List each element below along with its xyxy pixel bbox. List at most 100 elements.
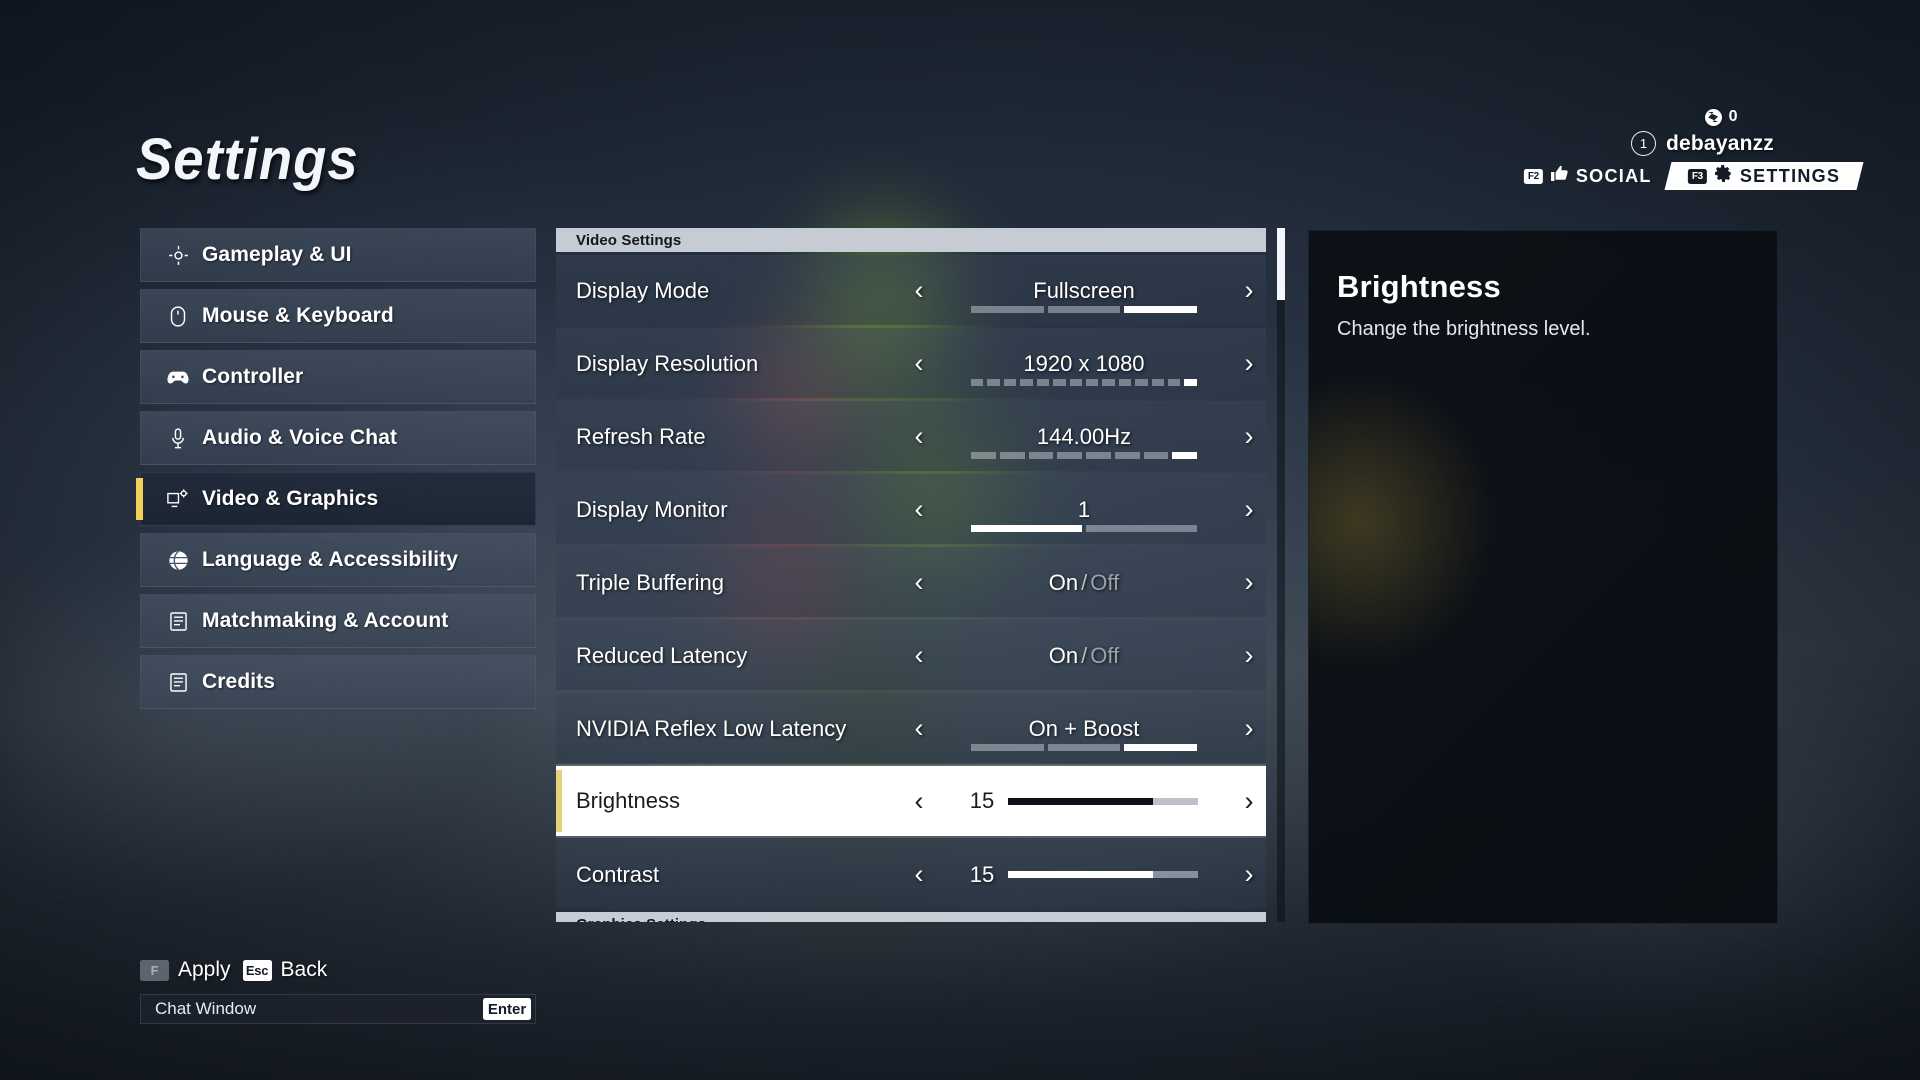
setting-value-area: 1 [936, 475, 1232, 544]
toggle-on-label: On [1048, 569, 1079, 595]
crosshair-icon [167, 244, 189, 266]
sidebar-item-language-accessibility[interactable]: Language & Accessibility [140, 533, 536, 587]
sidebar-item-mouse-keyboard[interactable]: Mouse & Keyboard [140, 289, 536, 343]
chevron-left-icon[interactable]: ‹ [902, 787, 936, 815]
setting-label: Reduced Latency [576, 642, 748, 668]
chat-window-bar[interactable]: Chat Window Enter [140, 994, 536, 1024]
settings-sidebar: Gameplay & UI Mouse & Keyboard Controlle… [136, 228, 536, 716]
setting-label: Display Monitor [576, 496, 728, 522]
setting-value: On / Off [1049, 570, 1119, 596]
chevron-left-icon[interactable]: ‹ [902, 642, 936, 669]
sidebar-item-label: Video & Graphics [202, 487, 379, 510]
segment [1047, 744, 1121, 751]
key-f2: F2 [1523, 168, 1543, 184]
apply-hint[interactable]: F Apply [140, 958, 231, 982]
sidebar-item-label: Gameplay & UI [202, 243, 352, 266]
mouse-icon [167, 305, 189, 327]
setting-label: Refresh Rate [576, 423, 706, 449]
shard-icon [1704, 108, 1722, 126]
sidebar-item-audio-voice-chat[interactable]: Audio & Voice Chat [140, 411, 536, 465]
sidebar-item-credits[interactable]: Credits [140, 655, 536, 709]
gamepad-icon [167, 366, 189, 388]
back-hint[interactable]: Esc Back [242, 958, 328, 982]
setting-slider[interactable] [1008, 797, 1199, 805]
apply-label: Apply [178, 958, 231, 981]
chevron-left-icon[interactable]: ‹ [902, 496, 936, 523]
tab-settings[interactable]: F3 SETTINGS [1664, 162, 1864, 190]
chevron-left-icon[interactable]: ‹ [902, 350, 936, 377]
setting-slider[interactable] [1008, 871, 1199, 878]
chevron-right-icon[interactable]: › [1232, 350, 1266, 377]
setting-segment-indicator [971, 306, 1198, 313]
segment [1124, 306, 1198, 313]
user-display[interactable]: 1 debayanzz [1440, 131, 1774, 156]
toggle-off-label: Off [1090, 569, 1120, 595]
segment [987, 379, 1000, 386]
setting-value: On / Off [1049, 643, 1119, 669]
chevron-right-icon[interactable]: › [1232, 569, 1266, 596]
segment [1069, 379, 1082, 386]
chevron-left-icon[interactable]: ‹ [902, 569, 936, 596]
chevron-left-icon[interactable]: ‹ [902, 715, 936, 742]
page-title: Settings [136, 127, 359, 192]
chevron-right-icon[interactable]: › [1232, 642, 1266, 669]
tab-social[interactable]: F2 SOCIAL [1514, 162, 1671, 190]
chevron-right-icon[interactable]: › [1232, 861, 1266, 888]
sidebar-item-controller[interactable]: Controller [140, 350, 536, 404]
chevron-right-icon[interactable]: › [1232, 496, 1266, 523]
segment [971, 525, 1082, 532]
setting-value: 1920 x 1080 [1023, 350, 1145, 376]
sidebar-item-matchmaking-account[interactable]: Matchmaking & Account [140, 594, 536, 648]
segment [1086, 525, 1197, 532]
setting-row[interactable]: Display Resolution ‹ 1920 x 1080 › [556, 328, 1266, 398]
segment [1143, 452, 1169, 459]
segment [1057, 452, 1082, 459]
setting-segment-indicator [971, 452, 1197, 459]
setting-row[interactable]: Display Mode ‹ Fullscreen › [556, 255, 1266, 325]
currency-display: 0 [1440, 106, 1738, 128]
chevron-left-icon[interactable]: ‹ [902, 423, 936, 450]
social-thumbs-icon [1550, 165, 1569, 187]
setting-row[interactable]: NVIDIA Reflex Low Latency ‹ On + Boost › [556, 693, 1266, 763]
segment [1020, 379, 1033, 386]
chevron-left-icon[interactable]: ‹ [902, 861, 936, 888]
info-panel-glow [1309, 371, 1499, 671]
sidebar-item-label: Language & Accessibility [202, 548, 459, 571]
setting-row[interactable]: Contrast ‹ 15 › [556, 839, 1266, 909]
segment [1053, 379, 1066, 386]
setting-row[interactable]: Reduced Latency ‹ On / Off › [556, 620, 1266, 690]
setting-label: Contrast [576, 861, 660, 887]
chevron-left-icon[interactable]: ‹ [902, 277, 936, 304]
segment [1086, 452, 1111, 459]
setting-label: Display Mode [576, 277, 710, 303]
chevron-right-icon[interactable]: › [1232, 277, 1266, 304]
chevron-right-icon[interactable]: › [1232, 787, 1266, 815]
settings-scrollbar[interactable] [1277, 228, 1285, 922]
hud-tab-bar: F2 SOCIAL F3 SETTINGS [1440, 162, 1864, 190]
section-header-video-settings: Video Settings [556, 228, 1266, 252]
back-label: Back [280, 958, 328, 981]
setting-value-area: 144.00Hz [936, 402, 1232, 471]
setting-row[interactable]: Display Monitor ‹ 1 › [556, 474, 1266, 544]
sidebar-item-video-graphics[interactable]: Video & Graphics [136, 472, 536, 526]
chevron-right-icon[interactable]: › [1232, 423, 1266, 450]
setting-row[interactable]: Refresh Rate ‹ 144.00Hz › [556, 401, 1266, 471]
setting-row[interactable]: Triple Buffering ‹ On / Off › [556, 547, 1266, 617]
setting-value-area: 15 [936, 766, 1232, 836]
segment [1028, 452, 1054, 459]
toggle-on-label: On [1048, 642, 1079, 668]
toggle-separator: / [1081, 569, 1088, 595]
microphone-icon [167, 427, 189, 449]
sidebar-item-label: Controller [202, 365, 304, 388]
chevron-right-icon[interactable]: › [1232, 715, 1266, 742]
tab-settings-label: SETTINGS [1739, 165, 1840, 186]
segment [1047, 306, 1121, 313]
segment [999, 452, 1025, 459]
setting-row[interactable]: Brightness ‹ 15 › [556, 766, 1266, 836]
slider-fill [1008, 797, 1153, 805]
scrollbar-thumb[interactable] [1277, 228, 1285, 300]
setting-value: 15 [969, 788, 995, 813]
segment [1168, 379, 1181, 386]
segment [971, 306, 1044, 313]
sidebar-item-gameplay-ui[interactable]: Gameplay & UI [140, 228, 536, 282]
